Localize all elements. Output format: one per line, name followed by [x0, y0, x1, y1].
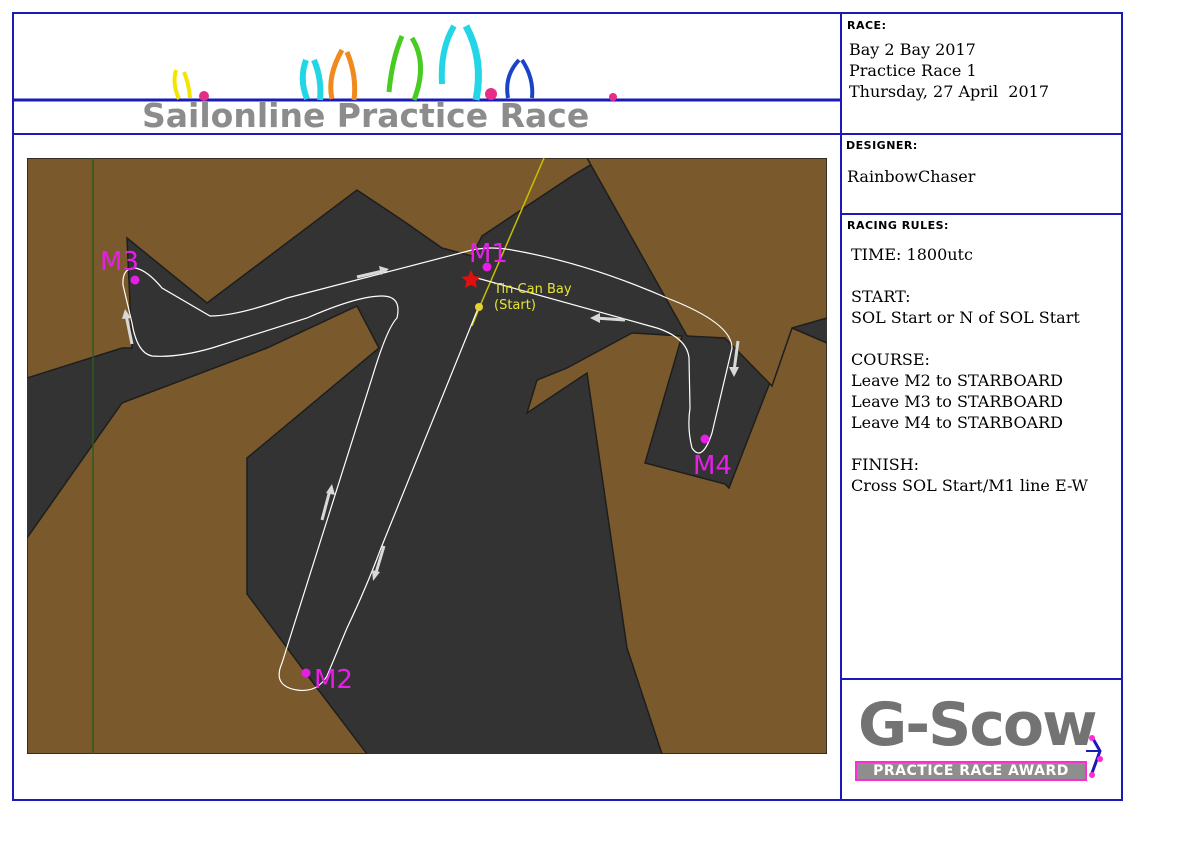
- rules-finish-text: Cross SOL Start/M1 line E-W: [851, 476, 1088, 495]
- rules-course-line-2: Leave M3 to STARBOARD: [851, 392, 1063, 411]
- start-point: [475, 303, 483, 311]
- rules-finish-heading: FINISH:: [851, 455, 920, 474]
- header-title: Sailonline Practice Race: [142, 96, 590, 135]
- race-line-2: Practice Race 1: [849, 61, 977, 80]
- designer-panel-divider: [840, 213, 1123, 215]
- rules-start-heading: START:: [851, 287, 911, 306]
- rules-course-line-1: Leave M2 to STARBOARD: [851, 371, 1063, 390]
- rules-course-line-3: Leave M4 to STARBOARD: [851, 413, 1063, 432]
- right-column-divider: [840, 12, 842, 801]
- award-subtitle: PRACTICE RACE AWARD: [855, 761, 1087, 781]
- race-panel-divider: [840, 133, 1123, 135]
- designer-label: DESIGNER:: [846, 139, 918, 152]
- rules-label: RACING RULES:: [847, 219, 949, 232]
- designer-name: RainbowChaser: [847, 167, 976, 186]
- start-label-line-2: (Start): [494, 298, 536, 313]
- rules-panel-divider: [840, 678, 1123, 680]
- course-map[interactable]: Tin Can Bay (Start) M1 M2 M3 M4: [27, 158, 827, 754]
- mark-m4-buoy[interactable]: [700, 434, 710, 444]
- rules-time: TIME: 1800utc: [851, 245, 973, 264]
- mark-m3-label: M3: [100, 247, 139, 277]
- rules-course-heading: COURSE:: [851, 350, 930, 369]
- award-course-icon: [1086, 735, 1103, 778]
- mark-m2-label: M2: [314, 665, 353, 695]
- mark-m2-buoy[interactable]: [301, 668, 311, 678]
- mark-m1-label: M1: [469, 239, 508, 269]
- race-line-1: Bay 2 Bay 2017: [849, 40, 976, 59]
- race-line-3: Thursday, 27 April 2017: [849, 82, 1050, 101]
- award-title: G-Scow: [858, 690, 1098, 760]
- rules-start-text: SOL Start or N of SOL Start: [851, 308, 1080, 327]
- mark-m4-label: M4: [693, 451, 732, 481]
- race-label: RACE:: [847, 19, 887, 32]
- start-label-line-1: Tin Can Bay: [493, 282, 572, 297]
